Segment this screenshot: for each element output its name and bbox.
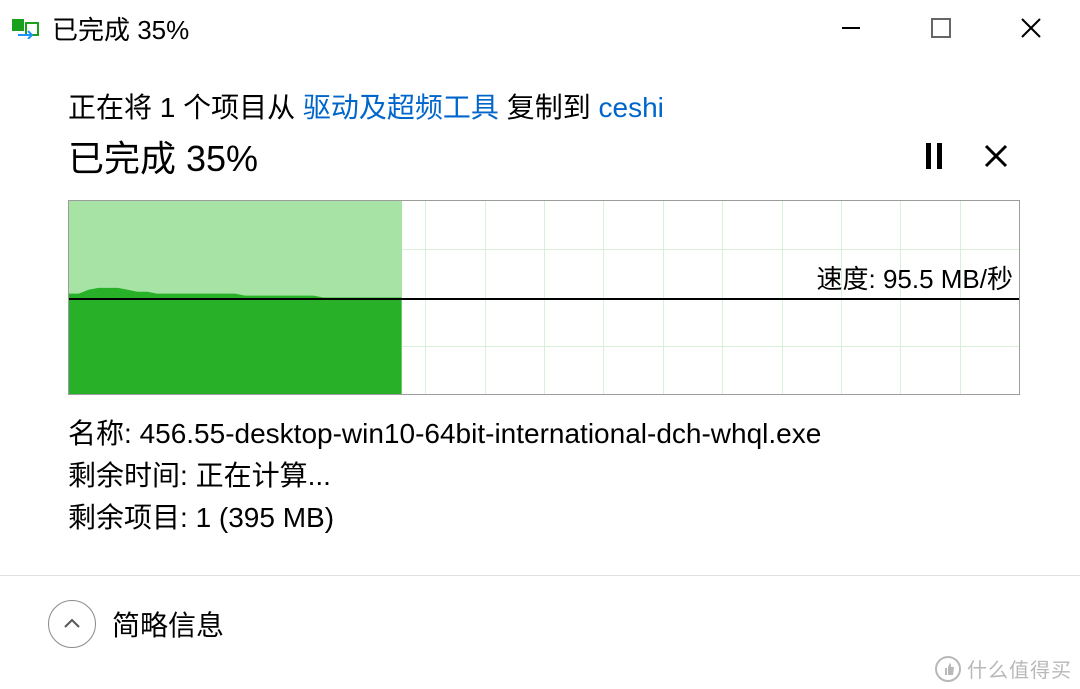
watermark-text: 什么值得买	[967, 654, 1072, 683]
minimize-button[interactable]	[806, 0, 896, 56]
time-remaining-label: 剩余时间:	[68, 460, 196, 491]
thumb-icon	[935, 656, 961, 682]
source-folder-link[interactable]: 驱动及超频工具	[303, 92, 499, 123]
time-remaining-row: 剩余时间: 正在计算...	[68, 455, 1020, 497]
copy-description: 正在将 1 个项目从 驱动及超频工具 复制到 ceshi	[68, 86, 1020, 126]
details-toggle-button[interactable]	[48, 600, 96, 648]
titlebar: 已完成 35%	[0, 0, 1080, 56]
cancel-button[interactable]	[972, 132, 1020, 180]
file-name-value: 456.55-desktop-win10-64bit-international…	[140, 418, 822, 449]
window-controls	[806, 0, 1076, 56]
minimize-icon	[840, 17, 862, 39]
pause-icon	[924, 143, 944, 169]
copy-progress-icon	[12, 17, 42, 39]
transfer-details: 名称: 456.55-desktop-win10-64bit-internati…	[68, 413, 1020, 539]
file-name-row: 名称: 456.55-desktop-win10-64bit-internati…	[68, 413, 1020, 455]
maximize-button[interactable]	[896, 0, 986, 56]
chevron-up-icon	[62, 614, 82, 634]
content-area: 正在将 1 个项目从 驱动及超频工具 复制到 ceshi 已完成 35% 速度:…	[0, 56, 1080, 539]
destination-folder-link[interactable]: ceshi	[599, 92, 664, 123]
details-toggle-label[interactable]: 简略信息	[112, 604, 224, 644]
desc-middle: 复制到	[499, 92, 599, 123]
close-icon	[1019, 16, 1043, 40]
watermark: 什么值得买	[935, 654, 1072, 683]
pause-button[interactable]	[910, 132, 958, 180]
items-remaining-value: 1 (395 MB)	[196, 502, 335, 533]
cancel-icon	[983, 143, 1009, 169]
file-name-label: 名称:	[68, 418, 140, 449]
close-button[interactable]	[986, 0, 1076, 56]
maximize-icon	[931, 18, 951, 38]
items-remaining-label: 剩余项目:	[68, 502, 196, 533]
speed-label: 速度: 95.5 MB/秒	[817, 259, 1014, 296]
window-title: 已完成 35%	[52, 10, 806, 47]
items-remaining-row: 剩余项目: 1 (395 MB)	[68, 497, 1020, 539]
progress-header: 已完成 35%	[68, 130, 1020, 182]
time-remaining-value: 正在计算...	[196, 460, 331, 491]
footer: 简略信息	[0, 576, 1080, 648]
desc-prefix: 正在将 1 个项目从	[68, 92, 303, 123]
speed-indicator-line	[69, 298, 1019, 300]
progress-title: 已完成 35%	[68, 130, 896, 182]
speed-chart: 速度: 95.5 MB/秒	[68, 200, 1020, 395]
